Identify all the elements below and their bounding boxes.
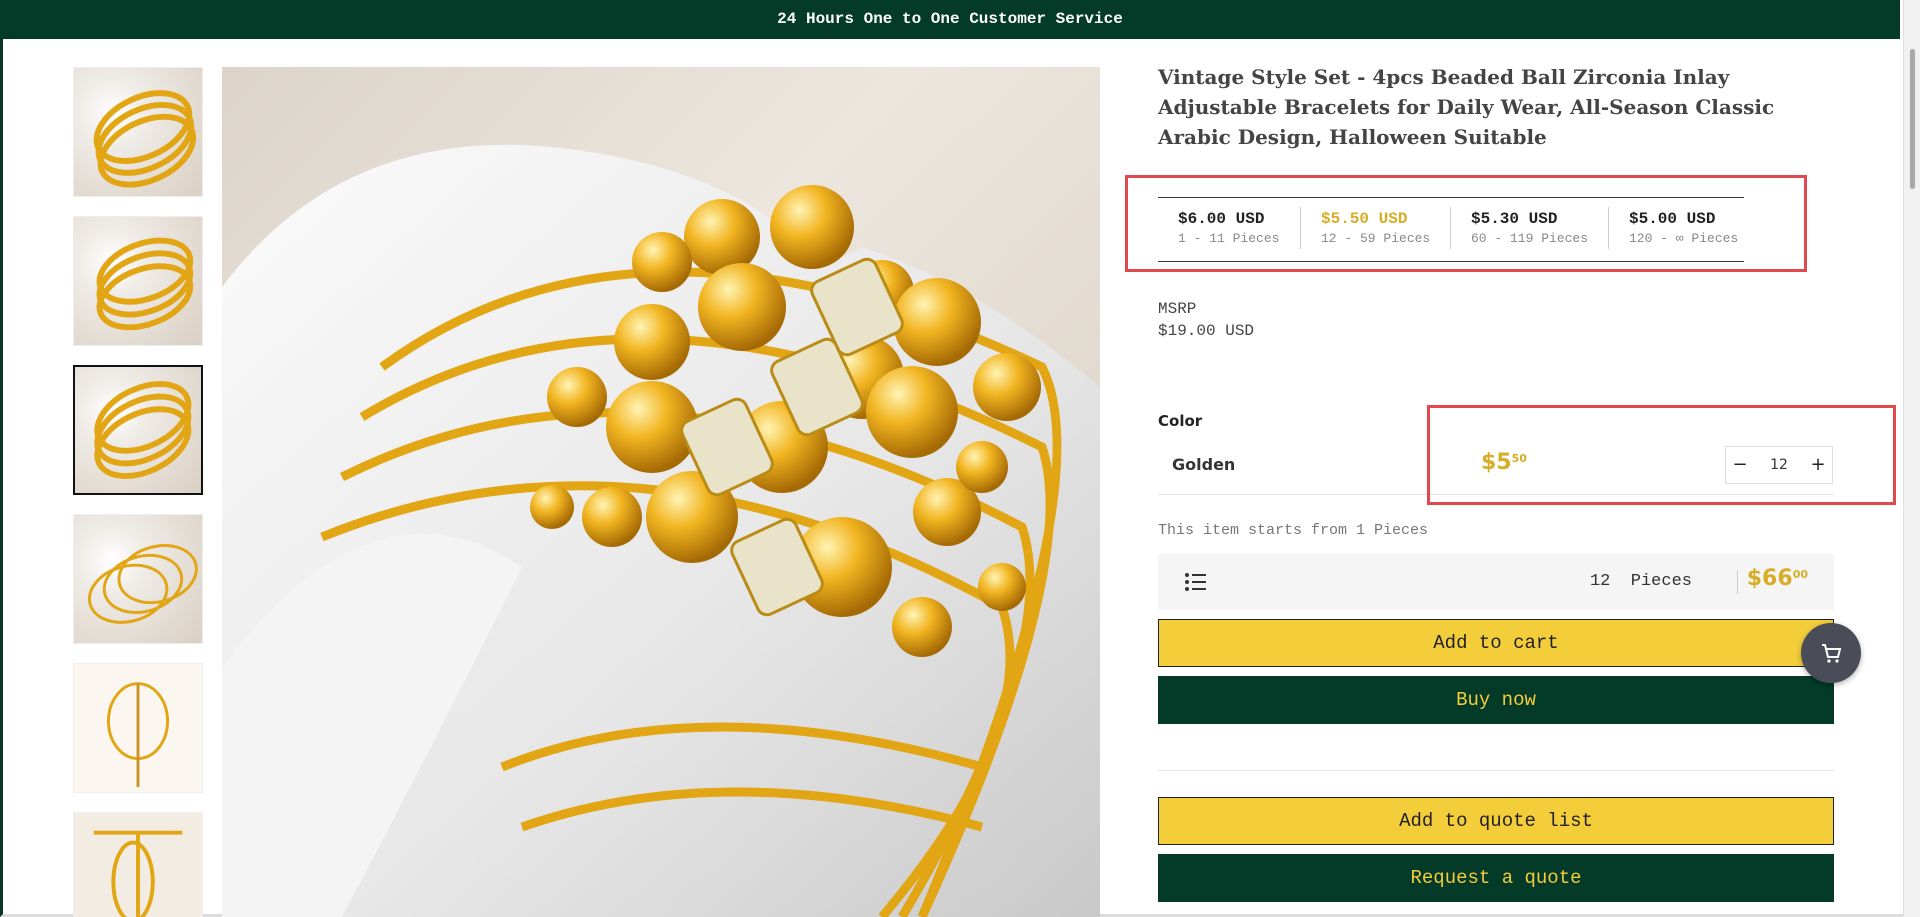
tier-rule-top	[1158, 197, 1744, 198]
thumbnail-gallery	[73, 67, 203, 917]
msrp-label: MSRP	[1158, 300, 1197, 318]
section-divider	[1158, 770, 1834, 771]
thumbnail-5[interactable]	[73, 663, 203, 793]
summary-total: $6600	[1747, 566, 1808, 591]
cart-icon	[1822, 644, 1842, 663]
request-quote-button[interactable]: Request a quote	[1158, 854, 1834, 902]
price-tier-4: $5.00 USD 120 - ∞ Pieces	[1609, 207, 1744, 249]
list-icon[interactable]	[1184, 570, 1208, 594]
summary-total-main: $66	[1746, 566, 1793, 591]
increase-quantity-button[interactable]: +	[1804, 447, 1832, 483]
thumbnail-2[interactable]	[73, 216, 203, 346]
decrease-quantity-button[interactable]: −	[1726, 447, 1754, 483]
announcement-bar: 24 Hours One to One Customer Service	[0, 0, 1900, 39]
price-tier-3: $5.30 USD 60 - 119 Pieces	[1451, 207, 1609, 249]
thumbnail-6[interactable]	[73, 812, 203, 917]
tier-range: 1 - 11 Pieces	[1178, 231, 1280, 246]
minimum-order-text: This item starts from 1 Pieces	[1158, 522, 1429, 539]
tier-range: 12 - 59 Pieces	[1321, 231, 1431, 246]
quantity-stepper: − 12 +	[1725, 446, 1833, 484]
tier-rule-bottom	[1158, 261, 1744, 262]
summary-total-cents: 00	[1792, 568, 1808, 581]
scrollbar[interactable]	[1903, 0, 1920, 917]
floating-cart-button[interactable]	[1801, 623, 1861, 683]
product-title: Vintage Style Set - 4pcs Beaded Ball Zir…	[1158, 65, 1775, 149]
scrollbar-thumb[interactable]	[1909, 48, 1916, 190]
summary-quantity-value: 12	[1589, 572, 1611, 591]
unit-price-main: $5	[1481, 450, 1512, 475]
color-label: Color	[1158, 412, 1203, 430]
tier-range: 60 - 119 Pieces	[1471, 231, 1589, 246]
color-option-golden[interactable]: Golden	[1172, 455, 1235, 474]
msrp-value: $19.00 USD	[1158, 322, 1255, 340]
unit-price: $550	[1481, 450, 1527, 475]
tier-price: $6.00 USD	[1178, 210, 1265, 228]
summary-divider	[1737, 570, 1738, 594]
price-tier-1: $6.00 USD 1 - 11 Pieces	[1158, 207, 1301, 249]
product-info: Vintage Style Set - 4pcs Beaded Ball Zir…	[1158, 62, 1838, 152]
unit-price-cents: 50	[1511, 452, 1527, 465]
tier-price: $5.30 USD	[1471, 210, 1558, 228]
main-product-image[interactable]	[222, 67, 1100, 917]
thumbnail-4[interactable]	[73, 514, 203, 644]
tier-price: $5.50 USD	[1321, 210, 1408, 228]
summary-quantity-unit: Pieces	[1630, 572, 1692, 591]
thumbnail-1[interactable]	[73, 67, 203, 197]
price-tier-2-active: $5.50 USD 12 - 59 Pieces	[1301, 207, 1451, 249]
tier-price: $5.00 USD	[1629, 210, 1716, 228]
price-tiers: $6.00 USD 1 - 11 Pieces $5.50 USD 12 - 5…	[1158, 207, 1744, 251]
thumbnail-3-selected[interactable]	[73, 365, 203, 495]
add-to-quote-list-button[interactable]: Add to quote list	[1158, 797, 1834, 845]
tier-range: 120 - ∞ Pieces	[1629, 231, 1739, 246]
order-summary-bar: 12 Pieces $6600	[1158, 554, 1834, 610]
quantity-input[interactable]: 12	[1754, 457, 1804, 473]
buy-now-button[interactable]: Buy now	[1158, 676, 1834, 724]
summary-quantity: 12 Pieces	[1590, 572, 1692, 591]
add-to-cart-button[interactable]: Add to cart	[1158, 619, 1834, 667]
